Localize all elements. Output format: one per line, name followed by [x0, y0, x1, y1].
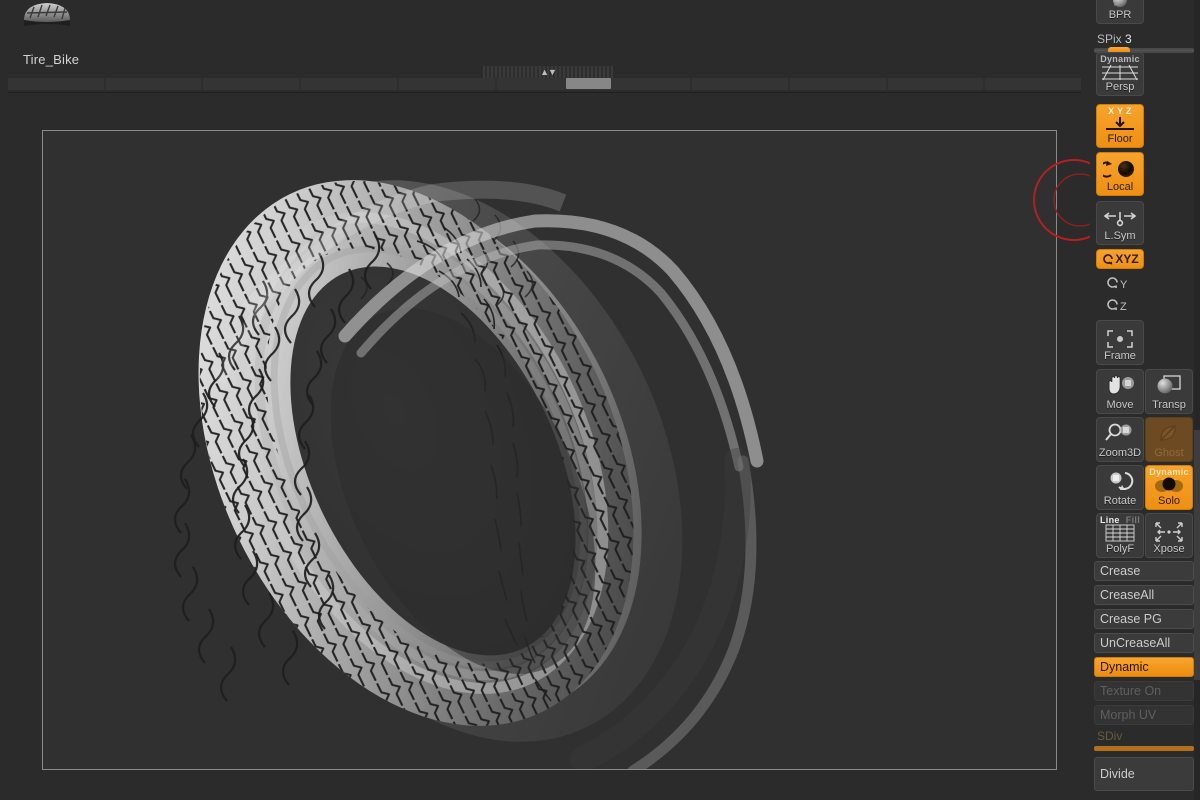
floor-label: Floor [1107, 133, 1133, 145]
divide-label: Divide [1100, 767, 1135, 781]
rotate-label: Rotate [1103, 495, 1137, 507]
rotate-z-button[interactable]: Z [1106, 297, 1136, 317]
xpose-label: Xpose [1153, 543, 1185, 555]
transparency-square-icon [1146, 370, 1192, 399]
polyf-label: PolyF [1105, 543, 1135, 555]
uncrease-all-label: UnCreaseAll [1100, 636, 1171, 650]
menu-segment[interactable] [301, 78, 397, 90]
frame-button[interactable]: Frame [1096, 320, 1144, 365]
crease-pg-label: Crease PG [1100, 612, 1162, 626]
menu-segment[interactable] [985, 78, 1082, 90]
menu-segment[interactable] [692, 78, 788, 90]
dynamic-button[interactable]: Dynamic [1094, 657, 1194, 677]
tray-collapse-handle[interactable]: ▲▼ [483, 66, 613, 78]
crease-pg-button[interactable]: Crease PG [1094, 609, 1194, 629]
solo-dynamic-tag: Dynamic [1149, 467, 1189, 477]
perspective-label: Persp [1105, 81, 1135, 93]
zoom3d-label: Zoom3D [1098, 447, 1142, 459]
zoom3d-button[interactable]: Zoom3D [1096, 417, 1144, 462]
bpr-button[interactable]: BPR [1096, 0, 1144, 24]
rotate-y-button[interactable]: Y [1106, 275, 1136, 295]
rotate-xyz-icon [1101, 253, 1115, 265]
frame-label: Frame [1104, 350, 1136, 362]
lsym-label: L.Sym [1104, 230, 1136, 242]
sdiv-label: SDiv [1097, 729, 1123, 743]
local-pivot-icon [1097, 153, 1143, 181]
ghost-label: Ghost [1154, 447, 1184, 459]
crease-all-button[interactable]: CreaseAll [1094, 585, 1194, 605]
crease-label: Crease [1100, 564, 1141, 578]
divide-button[interactable]: Divide [1094, 757, 1194, 791]
move-label: Move [1106, 399, 1134, 411]
tray-drag-handle[interactable] [566, 78, 611, 89]
morph-uv-label: Morph UV [1100, 708, 1157, 722]
transp-button[interactable]: Transp [1145, 369, 1193, 414]
explode-arrows-icon [1146, 514, 1192, 543]
polyf-button[interactable]: Line Fill PolyF [1096, 513, 1144, 558]
rotate-button[interactable]: Rotate [1096, 465, 1144, 510]
tray-collapse-arrows: ▲▼ [540, 66, 557, 77]
ghost-button[interactable]: Ghost [1145, 417, 1193, 462]
rotate-object-icon [1097, 466, 1143, 495]
tire-model [43, 131, 1056, 769]
rotate-z-icon [1106, 298, 1119, 316]
sphere-render-icon [1097, 0, 1143, 9]
menu-segment[interactable] [398, 78, 495, 90]
menu-segment[interactable] [887, 78, 984, 90]
panel-scrollbar-thumb[interactable] [1194, 430, 1200, 680]
perspective-top-tag: Dynamic [1100, 54, 1140, 64]
menu-segment[interactable] [105, 78, 202, 90]
xpose-button[interactable]: Xpose [1145, 513, 1193, 558]
sdiv-slider[interactable]: SDiv [1094, 729, 1194, 743]
morph-uv-button[interactable]: Morph UV [1094, 705, 1194, 725]
polyf-fill-tag: Fill [1125, 515, 1140, 525]
xyz-label: XYZ [1115, 252, 1139, 266]
texture-on-button[interactable]: Texture On [1094, 681, 1194, 701]
menu-segment[interactable] [8, 78, 104, 90]
spix-label: SPix 3 [1097, 32, 1132, 46]
spix-slider[interactable]: SPix 3 [1094, 32, 1194, 54]
document-title: Tire_Bike [23, 52, 80, 67]
ghost-leaf-icon [1146, 418, 1192, 447]
strip-divider [8, 92, 1081, 93]
bpr-label: BPR [1108, 9, 1132, 21]
floor-button[interactable]: X Y Z Floor [1096, 104, 1144, 148]
lsym-button[interactable]: L.Sym [1096, 201, 1144, 245]
transp-label: Transp [1152, 399, 1186, 411]
move-button[interactable]: Move [1096, 369, 1144, 414]
canvas-viewport[interactable] [43, 131, 1056, 769]
symmetry-arrows-icon [1097, 202, 1143, 230]
menu-segment[interactable] [203, 78, 300, 90]
uncrease-all-button[interactable]: UnCreaseAll [1094, 633, 1194, 653]
solo-label: Solo [1157, 495, 1181, 507]
solo-button[interactable]: Dynamic Solo [1145, 465, 1193, 510]
sdiv-track[interactable] [1094, 746, 1194, 751]
dynamic-label: Dynamic [1100, 660, 1149, 674]
rotate-z-label: Z [1120, 301, 1127, 313]
perspective-button[interactable]: Dynamic Persp [1096, 52, 1144, 96]
xyz-button[interactable]: XYZ [1096, 249, 1144, 269]
local-button[interactable]: Local [1096, 152, 1144, 196]
local-label: Local [1106, 181, 1134, 193]
crease-button[interactable]: Crease [1094, 561, 1194, 581]
menu-segment[interactable] [789, 78, 886, 90]
rotate-y-icon [1106, 276, 1119, 294]
hand-move-icon [1097, 370, 1143, 399]
texture-on-label: Texture On [1100, 684, 1162, 698]
3d-canvas[interactable] [42, 130, 1057, 770]
spix-value: 3 [1125, 32, 1132, 46]
floor-axes-tag: X Y Z [1108, 106, 1132, 116]
magnifier-icon [1097, 418, 1143, 447]
zbrush-window: Tire_Bike ▲▼ BPR SPix 3 Dynamic Persp X … [0, 0, 1200, 800]
crease-all-label: CreaseAll [1100, 588, 1155, 602]
menu-strip[interactable] [8, 78, 1082, 90]
panel-scrollbar[interactable] [1194, 0, 1200, 800]
frame-fit-icon [1097, 321, 1143, 350]
right-tool-panel: BPR SPix 3 Dynamic Persp X Y Z Floor Loc… [1090, 0, 1200, 800]
tire-thumbnail-icon[interactable] [22, 1, 72, 27]
rotate-y-label: Y [1120, 279, 1128, 291]
